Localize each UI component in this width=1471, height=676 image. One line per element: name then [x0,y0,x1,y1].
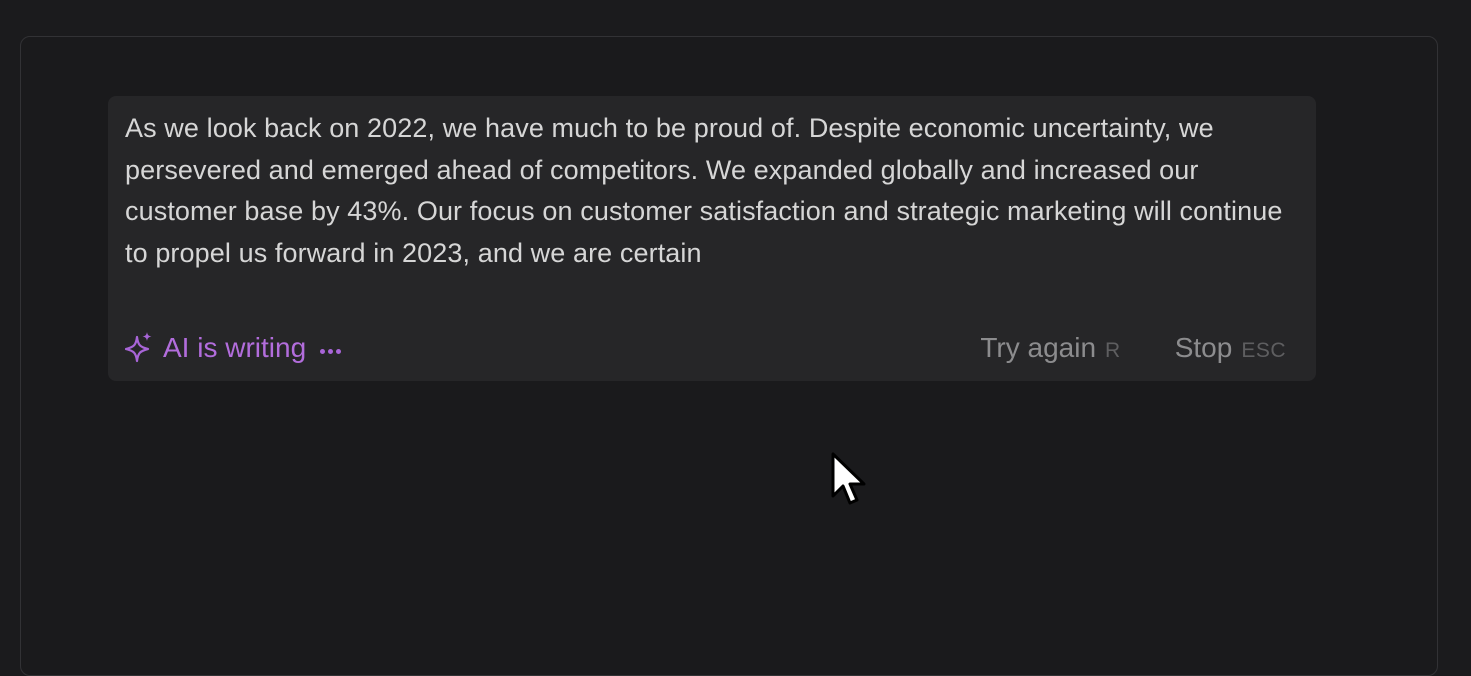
stop-button[interactable]: Stop ESC [1175,332,1286,364]
sparkle-icon [125,332,152,363]
ai-actions: Try again R Stop ESC [980,332,1286,364]
ai-block-footer: AI is writing Try again R Stop ESC [125,328,1286,368]
dots-icon [320,348,342,354]
ai-status-label: AI is writing [163,332,307,363]
stop-shortcut: ESC [1241,339,1286,362]
ai-generated-text: As we look back on 2022, we have much to… [125,113,1283,268]
ai-writing-block: As we look back on 2022, we have much to… [108,96,1316,381]
try-again-button[interactable]: Try again R [980,332,1120,364]
try-again-label: Try again [980,332,1097,363]
try-again-shortcut: R [1105,339,1121,362]
stop-label: Stop [1174,332,1233,363]
ai-status: AI is writing [125,331,342,365]
